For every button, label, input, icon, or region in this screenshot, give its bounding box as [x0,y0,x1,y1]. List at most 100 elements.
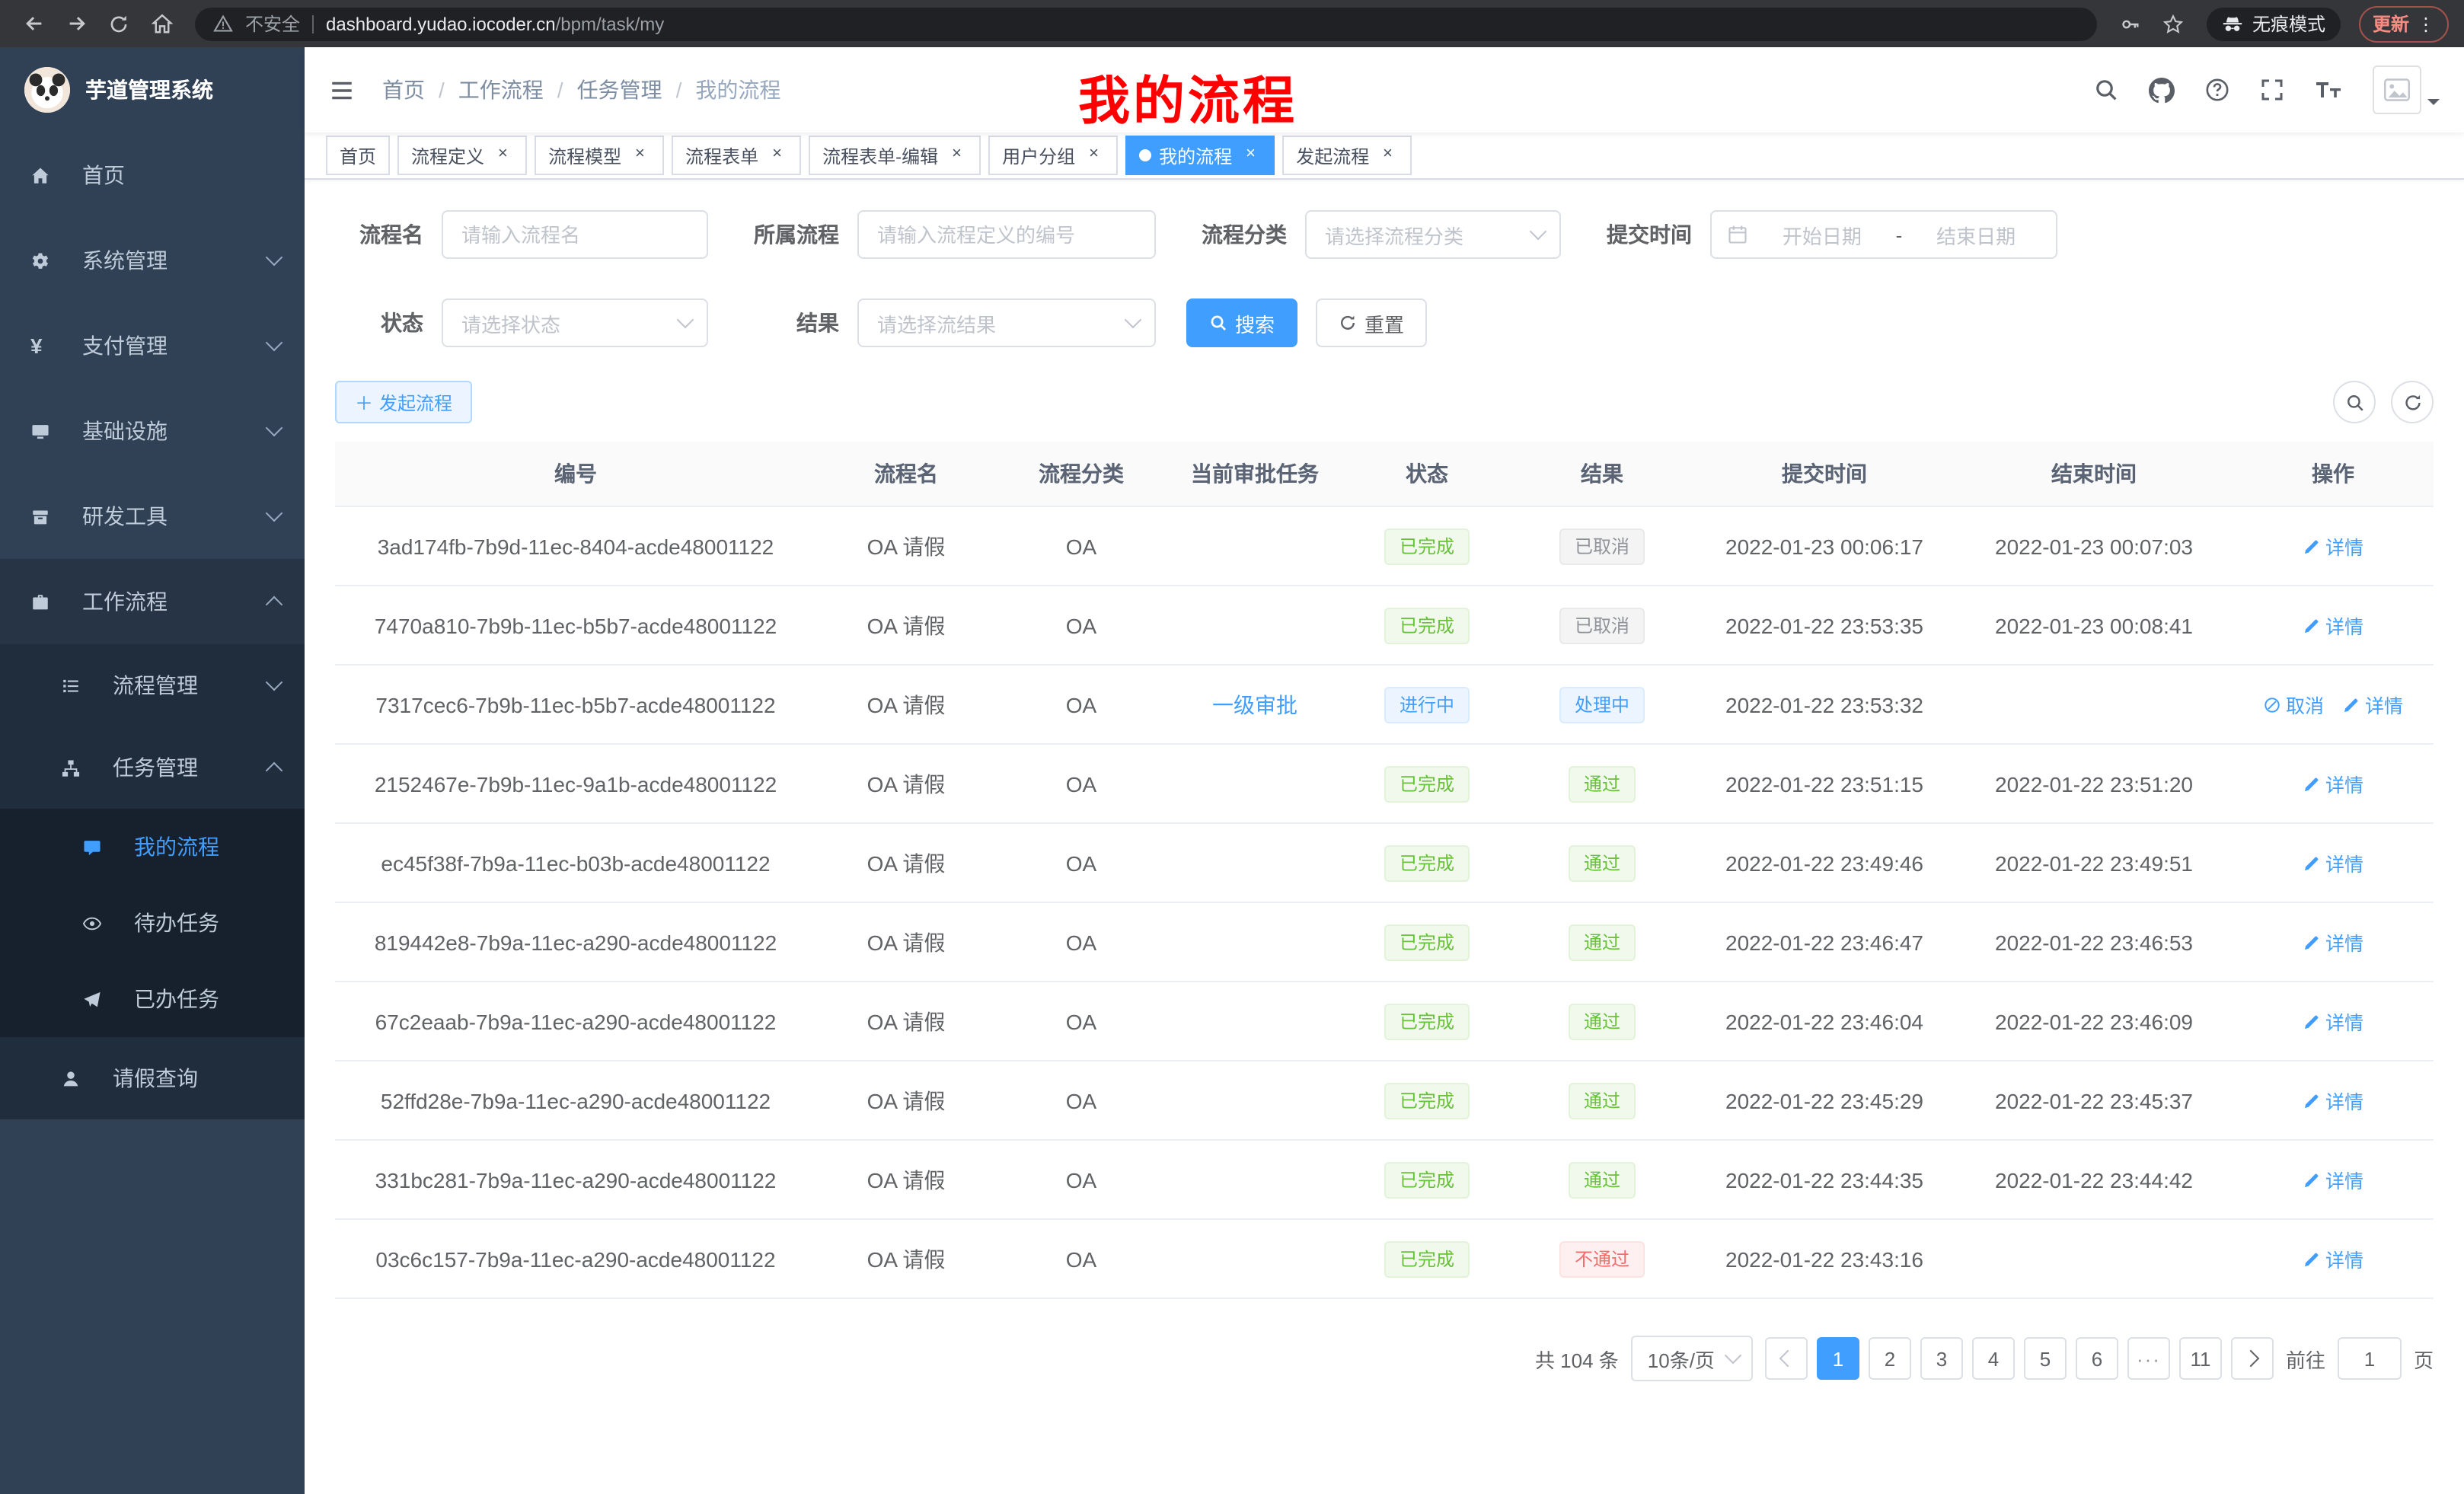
search-button[interactable]: 搜索 [1186,298,1297,347]
search-icon[interactable] [2094,78,2118,102]
cell-id: 7317cec6-7b9b-11ec-b5b7-acde48001122 [335,665,816,744]
sidebar-item-infrastructure[interactable]: 基础设施 [0,388,305,474]
cancel-link[interactable]: 取消 [2263,690,2324,719]
font-size-icon[interactable] [2315,78,2342,102]
sidebar-item-dev-tools[interactable]: 研发工具 [0,474,305,559]
detail-link[interactable]: 详情 [2303,769,2363,798]
reset-button[interactable]: 重置 [1316,298,1427,347]
category-select[interactable]: 请选择流程分类 [1305,210,1561,259]
sidebar-item-my-process[interactable]: 我的流程 [0,809,305,885]
breadcrumb-item[interactable]: 工作流程 [458,75,544,105]
close-icon[interactable]: × [492,145,513,166]
show-search-icon[interactable] [2333,381,2376,423]
tags-view-tab[interactable]: 流程定义× [397,136,527,175]
breadcrumb-item[interactable]: 首页 [382,75,425,105]
result-select[interactable]: 请选择流结果 [857,298,1156,347]
page-number-button[interactable]: 11 [2179,1337,2222,1380]
sidebar-item-leave-query[interactable]: 请假查询 [0,1037,305,1119]
tags-view-tab[interactable]: 发起流程× [1282,136,1412,175]
detail-link[interactable]: 详情 [2303,532,2363,560]
reload-icon[interactable] [101,5,137,42]
status-badge: 已完成 [1384,765,1470,802]
page-number-button[interactable]: 2 [1869,1337,1911,1380]
address-bar[interactable]: 不安全 dashboard.yudao.iocoder.cn/bpm/task/… [195,7,2097,40]
page-size-select[interactable]: 10条/页 [1631,1336,1753,1381]
hamburger-icon[interactable] [329,77,355,103]
cell-status: 已完成 [1343,586,1511,665]
tags-view-tab[interactable]: 我的流程× [1125,136,1275,175]
sidebar-item-done-task[interactable]: 已办任务 [0,961,305,1037]
detail-link[interactable]: 详情 [2303,1165,2363,1194]
table-row: 03c6c157-7b9a-11ec-a290-acde48001122OA 请… [335,1219,2434,1298]
incognito-badge: 无痕模式 [2207,7,2341,40]
current-task-link[interactable]: 一级审批 [1212,692,1297,717]
sidebar-item-task-management[interactable]: 任务管理 [0,726,305,809]
process-def-input[interactable] [857,210,1156,259]
refresh-table-icon[interactable] [2391,381,2434,423]
sidebar-item-todo-task[interactable]: 待办任务 [0,885,305,961]
close-icon[interactable]: × [766,145,787,166]
goto-label: 前往 [2286,1344,2325,1373]
user-menu[interactable] [2373,65,2440,114]
page-number-button[interactable]: 1 [1817,1337,1859,1380]
page-number-button[interactable]: 5 [2024,1337,2067,1380]
cell-process-name: OA 请假 [816,823,996,902]
sidebar-item-process-management[interactable]: 流程管理 [0,644,305,726]
page-number-button[interactable]: 4 [1972,1337,2015,1380]
page-size-value: 10条/页 [1648,1344,1715,1373]
sidebar-item-payment[interactable]: ¥支付管理 [0,303,305,388]
chevron-up-icon [266,762,283,780]
process-name-input[interactable] [442,210,708,259]
detail-link[interactable]: 详情 [2303,848,2363,877]
column-header: 流程名 [816,442,996,506]
back-icon[interactable] [15,5,52,42]
detail-link[interactable]: 详情 [2303,927,2363,956]
sidebar-item-system[interactable]: 系统管理 [0,218,305,303]
detail-link[interactable]: 详情 [2303,611,2363,640]
create-process-button[interactable]: ＋ 发起流程 [335,381,472,423]
cell-process-name: OA 请假 [816,902,996,982]
cell-current-task [1167,1219,1343,1298]
prev-page-button[interactable] [1765,1337,1808,1380]
tags-view-tab[interactable]: 流程表单-编辑× [809,136,981,175]
close-icon[interactable]: × [1240,145,1261,166]
tags-view-tab[interactable]: 用户分组× [988,136,1118,175]
help-icon[interactable] [2205,78,2229,102]
sidebar-item-home[interactable]: 首页 [0,132,305,218]
home-browser-icon[interactable] [143,5,180,42]
detail-link[interactable]: 详情 [2303,1007,2363,1036]
action-label: 详情 [2325,769,2363,798]
browser-menu-icon[interactable]: ⋮ [2417,13,2435,34]
update-button[interactable]: 更新 ⋮ [2359,5,2449,42]
close-icon[interactable]: × [1377,145,1398,166]
next-page-button[interactable] [2231,1337,2274,1380]
github-icon[interactable] [2149,77,2175,103]
tags-view-tab[interactable]: 流程模型× [535,136,664,175]
goto-page-input[interactable] [2338,1337,2402,1380]
tags-view-tab[interactable]: 流程表单× [672,136,801,175]
breadcrumb-item[interactable]: 任务管理 [577,75,662,105]
tags-view-tab[interactable]: 首页 [326,136,390,175]
close-icon[interactable]: × [946,145,967,166]
close-icon[interactable]: × [629,145,650,166]
fullscreen-icon[interactable] [2260,78,2284,102]
cell-actions: 详情 [2233,1140,2434,1219]
submit-time-range-picker[interactable]: 开始日期 - 结束日期 [1710,210,2057,259]
page-number-button[interactable]: 3 [1920,1337,1963,1380]
cell-actions: 详情 [2233,1061,2434,1140]
active-tab-dot-icon [1139,149,1151,161]
status-select[interactable]: 请选择状态 [442,298,708,347]
detail-link[interactable]: 详情 [2342,690,2403,719]
page-number-button[interactable]: 6 [2076,1337,2118,1380]
sidebar-item-workflow[interactable]: 工作流程 [0,559,305,644]
close-icon[interactable]: × [1083,145,1104,166]
detail-link[interactable]: 详情 [2303,1086,2363,1115]
sidebar-item-label: 基础设施 [82,416,168,446]
breadcrumb-item: 我的流程 [695,75,780,105]
detail-link[interactable]: 详情 [2303,1244,2363,1273]
bookmark-star-icon[interactable] [2155,5,2191,42]
password-key-icon[interactable] [2112,5,2149,42]
forward-icon[interactable] [58,5,94,42]
more-pages-button[interactable]: ··· [2127,1337,2170,1380]
action-label: 详情 [2325,532,2363,560]
